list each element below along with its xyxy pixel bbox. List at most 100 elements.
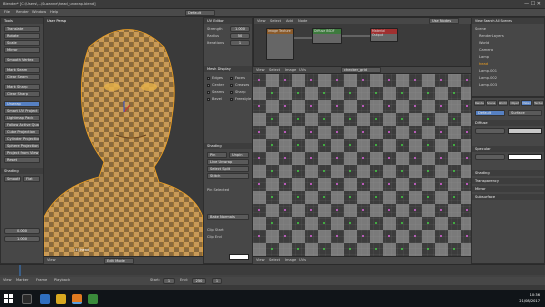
strength-field[interactable]: 1.000 [230, 26, 250, 32]
tab-scene[interactable]: Scene [485, 100, 497, 106]
tool-rotate[interactable]: Rotate [4, 33, 40, 39]
tool-mirror[interactable]: Mirror [4, 47, 40, 53]
edge-icon[interactable] [40, 294, 50, 304]
end-frame-field[interactable]: 250 [192, 278, 206, 284]
timeline[interactable]: View Marker Frame Playback Start: 1 End:… [0, 264, 545, 285]
tool-cube-proj[interactable]: Cube Projection [4, 129, 40, 135]
check-seams[interactable]: Seams [207, 90, 224, 94]
outliner-item[interactable]: Lamp.003 [479, 83, 497, 87]
explorer-icon[interactable] [56, 294, 66, 304]
tool-clear-seam[interactable]: Clear Seam [4, 74, 40, 80]
check-bevel[interactable]: Bevel [207, 97, 222, 101]
tool-smart-uv[interactable]: Smart UV Project [4, 108, 40, 114]
tab-render[interactable]: Render [474, 100, 485, 106]
outliner-item[interactable]: World [479, 41, 489, 45]
menu-file[interactable]: File [4, 10, 10, 14]
tab-object[interactable]: Object [509, 100, 521, 106]
tool-smooth-vertex[interactable]: Smooth Vertex [4, 57, 40, 63]
prop-subsurface-header[interactable]: Subsurface [472, 194, 544, 200]
start-frame-field[interactable]: 1 [163, 278, 175, 284]
shade-smooth-button[interactable]: Smooth [4, 176, 21, 182]
tool-clear-sharp[interactable]: Clear Sharp [4, 91, 40, 97]
outliner-item[interactable]: Lamp.002 [479, 76, 497, 80]
timeline-menu-frame[interactable]: Frame [36, 278, 47, 282]
check-sharp[interactable]: Sharp [230, 90, 246, 94]
search-icon[interactable] [22, 294, 32, 304]
timeline-menu-marker[interactable]: Marker [16, 278, 28, 282]
stitch-button[interactable]: Stitch [207, 173, 249, 179]
window-controls[interactable]: — ☐ ✕ [524, 1, 541, 7]
tab-world[interactable]: World [497, 100, 509, 106]
viewport-menu-view[interactable]: View [47, 258, 56, 262]
uv-menu-uvs[interactable]: UVs [299, 68, 306, 72]
uv-editor[interactable]: View Select Image UVs checker_grid View … [253, 67, 471, 264]
prop-row-surface[interactable]: Surface [508, 110, 542, 116]
shade-flat-button[interactable]: Flat [23, 176, 40, 182]
uv-footer-select[interactable]: Select [269, 258, 280, 262]
diffuse-color-swatch[interactable] [508, 128, 542, 134]
check-creases[interactable]: Creases [230, 83, 249, 87]
tab-material[interactable]: Material [521, 100, 533, 106]
3d-viewport[interactable]: User Persp View Edit Mode (1) head [44, 17, 203, 264]
menu-render[interactable]: Render [16, 10, 29, 14]
tool-mark-sharp[interactable]: Mark Sharp [4, 84, 40, 90]
iterations-field[interactable]: 1 [230, 40, 250, 46]
unpin-button[interactable]: Unpin [229, 152, 249, 158]
timeline-menu-playback[interactable]: Playback [54, 278, 70, 282]
check-faces[interactable]: Faces [230, 76, 245, 80]
prop-diffuse-header[interactable]: Diffuse [472, 120, 544, 126]
tab-texture[interactable]: Texture [533, 100, 544, 106]
check-center[interactable]: Center [207, 83, 224, 87]
prop-specular-header[interactable]: Specular [472, 146, 544, 152]
prop-field[interactable] [475, 128, 505, 134]
bake-button[interactable]: Bake Normals [207, 214, 249, 220]
uv-footer-image[interactable]: Image [285, 258, 296, 262]
prop-row-default[interactable]: Default [475, 110, 505, 116]
tool-lightmap[interactable]: Lightmap Pack [4, 115, 40, 121]
check-freestyle[interactable]: Freestyle [230, 97, 251, 101]
outliner-item[interactable]: Scene [475, 27, 486, 31]
outliner-item[interactable]: Lamp [479, 55, 489, 59]
uv-menu-select[interactable]: Select [269, 68, 280, 72]
tool-project-view[interactable]: Project from View [4, 150, 40, 156]
outliner-item[interactable]: RenderLayers [479, 34, 504, 38]
windows-start-icon[interactable] [4, 294, 13, 303]
outliner-item[interactable]: Lamp.001 [479, 69, 497, 73]
prop-transparency-header[interactable]: Transparency [472, 178, 544, 184]
menu-window[interactable]: Window [32, 10, 46, 14]
tool-sphere-proj[interactable]: Sphere Projection [4, 143, 40, 149]
uv-image-select[interactable]: checker_grid [341, 67, 381, 73]
blender-icon[interactable] [72, 294, 82, 304]
tool-reset[interactable]: Reset [4, 157, 40, 163]
shelf-field-a[interactable]: 0.000 [4, 228, 40, 234]
tool-mark-seam[interactable]: Mark Seam [4, 67, 40, 73]
check-edges[interactable]: Edges [207, 76, 223, 80]
uv-footer-view[interactable]: View [256, 258, 265, 262]
tool-follow-quads[interactable]: Follow Active Quads [4, 122, 40, 128]
prop-field[interactable] [475, 154, 505, 160]
prop-mirror-header[interactable]: Mirror [472, 186, 544, 192]
node-editor[interactable]: View Select Add Node Use Nodes Image Tex… [253, 17, 472, 67]
tool-cylinder-proj[interactable]: Cylinder Projection [4, 136, 40, 142]
layout-select[interactable]: Default [185, 10, 215, 16]
radius-field[interactable]: 50 [230, 33, 250, 39]
color-swatch[interactable] [229, 254, 249, 260]
shelf-field-b[interactable]: 1.000 [4, 236, 40, 242]
live-unwrap-button[interactable]: Live Unwrap [207, 159, 249, 165]
uv-menu-view[interactable]: View [256, 68, 265, 72]
prop-shading-header[interactable]: Shading [472, 170, 544, 176]
tool-unwrap[interactable]: Unwrap [4, 101, 40, 107]
uv-menu-image[interactable]: Image [285, 68, 296, 72]
timeline-menu-view[interactable]: View [3, 278, 12, 282]
current-frame-field[interactable]: 1 [212, 278, 222, 284]
outliner-item[interactable]: Camera [479, 48, 493, 52]
outliner-item-active[interactable]: head [479, 62, 488, 66]
specular-color-swatch[interactable] [508, 154, 542, 160]
pin-button[interactable]: Pin [207, 152, 227, 158]
uv-footer-uvs[interactable]: UVs [299, 258, 306, 262]
menu-help[interactable]: Help [50, 10, 58, 14]
tool-scale[interactable]: Scale [4, 40, 40, 46]
tool-translate[interactable]: Translate [4, 26, 40, 32]
select-split-button[interactable]: Select Split [207, 166, 249, 172]
app-icon[interactable] [88, 294, 98, 304]
